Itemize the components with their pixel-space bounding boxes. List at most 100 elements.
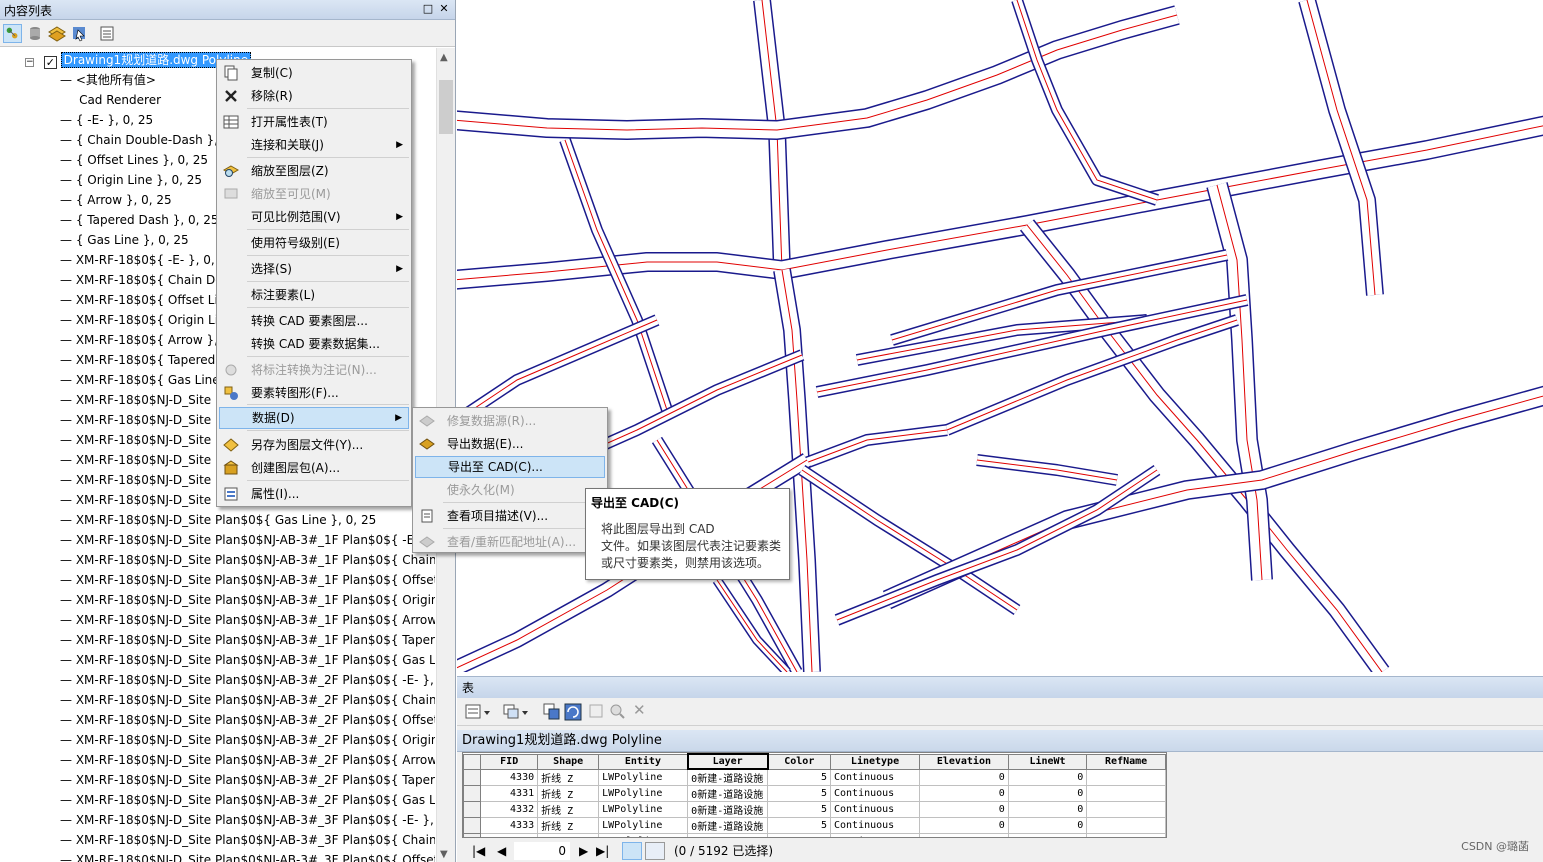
row-selector[interactable]: [463, 768, 482, 786]
table-cell[interactable]: 0: [919, 768, 1009, 786]
context-menu-item[interactable]: 要素转图形(F)...: [219, 382, 409, 404]
symbol-class-item[interactable]: — { Arrow }, 0, 25: [60, 190, 172, 210]
scroll-down-icon[interactable]: ▼: [440, 849, 448, 860]
symbol-class-item[interactable]: — XM-RF-18$0$NJ-D_Site: [60, 470, 211, 490]
table-cell[interactable]: 0新建-道路设施: [687, 833, 769, 837]
symbol-class-item[interactable]: — XM-RF-18$0$NJ-D_Site Plan$0$NJ-AB-3#_1…: [60, 590, 435, 610]
table-cell[interactable]: 折线 Z: [537, 817, 600, 834]
context-menu-item[interactable]: 使用符号级别(E): [219, 232, 409, 254]
row-selector[interactable]: [463, 785, 482, 802]
symbol-class-item[interactable]: — XM-RF-18$0${ Tapered: [60, 350, 215, 370]
table-cell[interactable]: [1086, 833, 1166, 837]
table-cell[interactable]: 0: [1007, 833, 1088, 837]
context-menu-item[interactable]: 选择(S) ▶: [219, 258, 409, 280]
last-record-icon[interactable]: ▶|: [596, 840, 609, 862]
symbol-class-item[interactable]: — XM-RF-18$0$NJ-D_Site Plan$0$NJ-AB-3#_2…: [60, 670, 435, 690]
collapse-icon[interactable]: −: [25, 58, 34, 67]
context-menu-item[interactable]: 可见比例范围(V) ▶: [219, 206, 409, 228]
symbol-class-item[interactable]: — XM-RF-18$0$NJ-D_Site Plan$0$NJ-AB-3#_3…: [60, 830, 435, 850]
table-cell[interactable]: 4334: [480, 833, 539, 837]
symbol-class-item[interactable]: — XM-RF-18$0$NJ-D_Site Plan$0${ Gas Line…: [60, 510, 376, 530]
options-icon[interactable]: [98, 24, 117, 43]
context-menu-item[interactable]: 缩放至图层(Z): [219, 160, 409, 182]
show-selected-records-icon[interactable]: [645, 842, 665, 860]
symbol-class-item[interactable]: Cad Renderer: [60, 90, 161, 110]
symbol-class-item[interactable]: — XM-RF-18$0$NJ-D_Site: [60, 490, 211, 510]
table-cell[interactable]: 0: [1007, 817, 1088, 834]
table-cell[interactable]: LWPolyline: [598, 768, 689, 786]
table-cell[interactable]: 5: [767, 785, 831, 802]
column-header[interactable]: Linetype: [829, 753, 921, 770]
table-cell[interactable]: [1086, 785, 1166, 802]
row-selector[interactable]: [463, 817, 482, 834]
table-cell[interactable]: Continuous: [829, 768, 921, 786]
table-cell[interactable]: 折线 Z: [537, 801, 600, 818]
table-cell[interactable]: Continuous: [829, 801, 921, 818]
row-selector-header[interactable]: [463, 753, 482, 770]
context-menu-item[interactable]: 数据(D) ▶: [219, 407, 409, 429]
symbol-class-item[interactable]: — { Chain Double-Dash }, 0: [60, 130, 229, 150]
symbol-class-item[interactable]: — XM-RF-18$0$NJ-D_Site Plan$0$NJ-AB-3#_1…: [60, 630, 435, 650]
column-header[interactable]: Elevation: [919, 753, 1009, 770]
table-cell[interactable]: 4332: [480, 801, 539, 818]
table-cell[interactable]: 5: [767, 768, 831, 786]
context-menu-item[interactable]: 转换 CAD 要素图层...: [219, 310, 409, 332]
symbol-class-item[interactable]: — XM-RF-18$0$NJ-D_Site Plan$0$NJ-AB-3#_1…: [60, 650, 435, 670]
context-menu-item[interactable]: 连接和关联(J) ▶: [219, 134, 409, 156]
close-button[interactable]: ✕: [437, 2, 451, 16]
switch-selection-icon[interactable]: [564, 703, 582, 721]
table-row[interactable]: 4332 折线 Z LWPolyline 0新建-道路设施 5 Continuous 0 0: [463, 801, 1166, 818]
table-cell[interactable]: 4330: [480, 768, 539, 786]
table-name-tab[interactable]: Drawing1规划道路.dwg Polyline: [457, 730, 1543, 752]
table-row[interactable]: 4330 折线 Z LWPolyline 0新建-道路设施 5 Continuous 0 0: [463, 768, 1166, 786]
table-cell[interactable]: [1086, 768, 1166, 786]
symbol-class-item[interactable]: — XM-RF-18$0$NJ-D_Site Plan$0$NJ-AB-3#_2…: [60, 750, 435, 770]
symbol-class-item[interactable]: — XM-RF-18$0$NJ-D_Site: [60, 390, 211, 410]
symbol-class-item[interactable]: — XM-RF-18$0${ Arrow }, (: [60, 330, 226, 350]
context-menu-item[interactable]: 转换 CAD 要素数据集...: [219, 333, 409, 355]
list-by-visibility-icon[interactable]: [48, 24, 67, 43]
table-cell[interactable]: Continuous: [829, 817, 921, 834]
symbol-class-item[interactable]: — XM-RF-18$0$NJ-D_Site Plan$0$NJ-AB-3#_1…: [60, 530, 434, 550]
symbol-class-item[interactable]: — { Origin Line }, 0, 25: [60, 170, 202, 190]
row-selector[interactable]: [463, 833, 482, 837]
column-header[interactable]: Shape: [537, 753, 600, 770]
symbol-class-item[interactable]: — XM-RF-18$0$NJ-D_Site Plan$0$NJ-AB-3#_1…: [60, 610, 435, 630]
column-header[interactable]: LineWt: [1007, 753, 1088, 770]
data-submenu-item[interactable]: 导出数据(E)...: [415, 433, 605, 455]
table-cell[interactable]: 0新建-道路设施: [687, 768, 769, 786]
table-cell[interactable]: 5: [767, 833, 831, 837]
table-row[interactable]: 4331 折线 Z LWPolyline 0新建-道路设施 5 Continuous 0 0: [463, 785, 1166, 802]
symbol-class-item[interactable]: — XM-RF-18$0$NJ-D_Site Plan$0$NJ-AB-3#_3…: [60, 810, 435, 830]
symbol-class-item[interactable]: — XM-RF-18$0${ Offset Lir: [60, 290, 223, 310]
context-menu-item[interactable]: 复制(C): [219, 62, 409, 84]
list-by-source-icon[interactable]: [26, 24, 45, 43]
data-submenu-item[interactable]: 查看项目描述(V)...: [415, 505, 605, 527]
table-cell[interactable]: 5: [767, 817, 831, 834]
table-cell[interactable]: 0新建-道路设施: [687, 817, 769, 834]
symbol-class-item[interactable]: — { Tapered Dash }, 0, 25: [60, 210, 219, 230]
column-header[interactable]: RefName: [1086, 753, 1166, 770]
data-submenu-item[interactable]: 导出至 CAD(C)...: [415, 456, 605, 478]
symbol-class-item[interactable]: — XM-RF-18$0$NJ-D_Site Plan$0$NJ-AB-3#_3…: [60, 850, 435, 862]
context-menu-item[interactable]: 标注要素(L): [219, 284, 409, 306]
table-cell[interactable]: 5: [767, 801, 831, 818]
symbol-class-item[interactable]: — XM-RF-18$0$NJ-D_Site Plan$0$NJ-AB-3#_2…: [60, 710, 435, 730]
zoom-to-selected-icon[interactable]: [609, 703, 625, 719]
table-cell[interactable]: 0新建-道路设施: [687, 785, 769, 802]
table-options-icon[interactable]: [465, 703, 493, 721]
show-all-records-icon[interactable]: [622, 842, 642, 860]
symbol-class-item[interactable]: — XM-RF-18$0$NJ-D_Site: [60, 450, 211, 470]
symbol-class-item[interactable]: — XM-RF-18$0$NJ-D_Site: [60, 430, 211, 450]
symbol-class-item[interactable]: — { Gas Line }, 0, 25: [60, 230, 189, 250]
symbol-class-item[interactable]: — XM-RF-18$0$NJ-D_Site Plan$0$NJ-AB-3#_2…: [60, 730, 435, 750]
column-header[interactable]: Layer: [686, 753, 769, 770]
first-record-icon[interactable]: |◀: [472, 840, 485, 862]
symbol-class-item[interactable]: — XM-RF-18$0${ -E- }, 0, 2: [60, 250, 226, 270]
delete-selected-icon[interactable]: ✕: [633, 701, 646, 719]
table-cell[interactable]: LWPolyline: [598, 817, 689, 834]
symbol-class-item[interactable]: — XM-RF-18$0$NJ-D_Site: [60, 410, 211, 430]
select-by-attributes-icon[interactable]: [543, 703, 561, 721]
symbol-class-item[interactable]: — <其他所有值>: [60, 70, 156, 90]
visibility-checkbox[interactable]: ✓: [43, 56, 57, 69]
